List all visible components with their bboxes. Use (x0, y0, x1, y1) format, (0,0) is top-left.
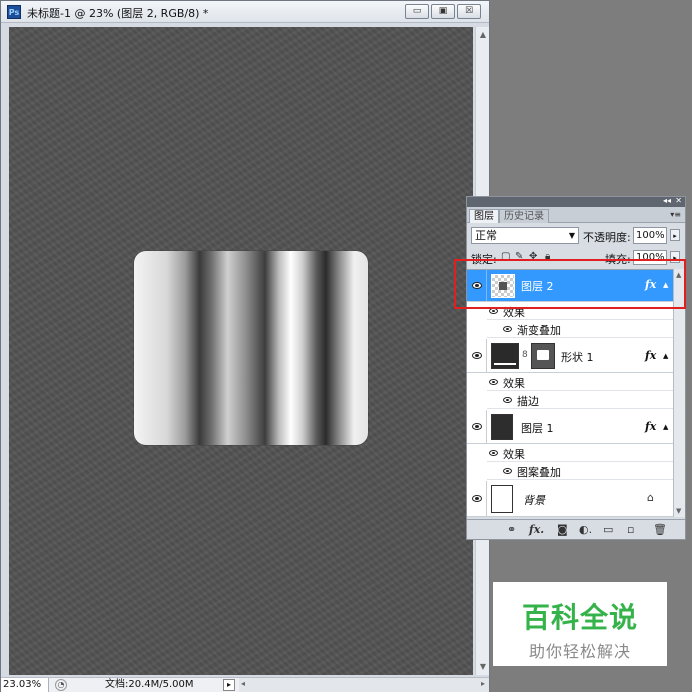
blend-row: 正常 ▼ 不透明度: 100% ▸ (471, 227, 681, 245)
effects-label: 效果 (503, 377, 525, 390)
layer-row-shape-1[interactable]: 8 形状 1 fx ▲ (467, 339, 673, 373)
scroll-down-icon[interactable]: ▼ (477, 661, 489, 673)
effect-row-stroke[interactable]: 描边 (487, 392, 673, 409)
chevron-up-icon[interactable]: ▲ (663, 423, 668, 431)
fx-icon[interactable]: fx (645, 420, 656, 433)
visibility-toggle[interactable] (467, 481, 487, 516)
scroll-up-icon[interactable]: ▲ (477, 29, 489, 41)
blend-mode-value: 正常 (475, 229, 497, 242)
status-menu-button[interactable]: ▸ (223, 679, 235, 691)
tab-history[interactable]: 历史记录 (499, 209, 549, 223)
layer-thumbnail (491, 485, 513, 513)
layer-name[interactable]: 背景 (523, 492, 545, 508)
effect-name: 描边 (517, 395, 539, 408)
document-window: Ps 未标题-1 @ 23% (图层 2, RGB/8) * ▭ ▣ ☒ ▲ ▼… (0, 0, 490, 692)
eye-icon (472, 495, 482, 502)
opacity-label: 不透明度: (583, 231, 631, 244)
new-group-icon[interactable]: ▭ (603, 523, 613, 536)
eye-icon[interactable] (503, 468, 512, 474)
layer-row-background[interactable]: 背景 ⌂ (467, 481, 673, 517)
link-layers-icon[interactable]: ⚭ (507, 523, 516, 536)
fx-icon[interactable]: fx (645, 349, 656, 362)
document-size: 文档:20.4M/5.00M (105, 679, 194, 690)
opacity-field[interactable]: 100% (633, 227, 667, 244)
adjustment-layer-icon[interactable]: ◐. (579, 523, 592, 536)
maximize-button[interactable]: ▣ (431, 4, 455, 19)
status-info-icon[interactable]: ◔ (55, 679, 67, 691)
visibility-toggle[interactable] (467, 339, 487, 372)
eye-icon[interactable] (503, 326, 512, 332)
chevron-up-icon[interactable]: ▲ (663, 352, 668, 360)
eye-icon[interactable] (489, 450, 498, 456)
scroll-down-icon[interactable]: ▼ (676, 507, 681, 515)
new-layer-icon[interactable]: ▫ (627, 523, 634, 536)
layer-name[interactable]: 图层 1 (521, 420, 554, 436)
layer-row-layer-1[interactable]: 图层 1 fx ▲ (467, 410, 673, 444)
effect-row-pattern-overlay[interactable]: 图案叠加 (487, 463, 673, 480)
photoshop-icon: Ps (7, 5, 21, 19)
watermark-title: 百科全说 (521, 601, 638, 634)
eye-icon (472, 423, 482, 430)
zoom-field[interactable]: 23.03% (1, 678, 49, 692)
eye-icon (472, 352, 482, 359)
vector-mask-thumbnail (531, 343, 555, 369)
window-controls: ▭ ▣ ☒ (405, 4, 481, 19)
panel-tabs: 图层 历史记录 ▾≡ (467, 207, 685, 223)
link-icon[interactable]: 8 (522, 350, 528, 360)
thumb-content (537, 350, 549, 360)
close-button[interactable]: ☒ (457, 4, 481, 19)
minimize-button[interactable]: ▭ (405, 4, 429, 19)
metal-gradient-shape[interactable] (134, 251, 368, 445)
layer-thumbnail (491, 343, 519, 369)
add-mask-icon[interactable]: ◙ (557, 523, 568, 536)
opacity-slider-icon[interactable]: ▸ (670, 229, 680, 241)
delete-layer-icon[interactable]: 🗑︎ (653, 523, 667, 536)
document-title: 未标题-1 @ 23% (图层 2, RGB/8) * (27, 7, 209, 20)
watermark-subtitle: 助你轻松解决 (528, 642, 631, 661)
tab-layers[interactable]: 图层 (469, 209, 499, 223)
blend-mode-select[interactable]: 正常 ▼ (471, 227, 579, 244)
panel-menu-icon[interactable]: ▾≡ (670, 210, 681, 219)
effects-label: 效果 (503, 448, 525, 461)
visibility-toggle[interactable] (467, 410, 487, 443)
scroll-left-icon[interactable]: ◂ (241, 679, 245, 688)
effect-name: 渐变叠加 (517, 324, 561, 337)
eye-icon[interactable] (489, 379, 498, 385)
panel-close-icon[interactable]: ✕ (675, 196, 682, 205)
thumb-content (494, 363, 516, 365)
canvas[interactable] (9, 27, 473, 675)
chevron-down-icon: ▼ (568, 231, 575, 240)
add-style-icon[interactable]: fx. (529, 523, 544, 536)
effect-row-gradient-overlay[interactable]: 渐变叠加 (487, 321, 673, 338)
panel-bottom-toolbar: ⚭ fx. ◙ ◐. ▭ ▫ 🗑︎ (467, 519, 685, 539)
status-bar: 23.03% ◔ 文档:20.4M/5.00M ▸ ◂ ▸ (1, 677, 489, 692)
horizontal-scrollbar[interactable]: ◂ ▸ (239, 678, 489, 692)
lock-icon: ⌂ (647, 491, 654, 504)
eye-icon[interactable] (503, 397, 512, 403)
highlight-annotation (454, 259, 686, 309)
document-titlebar[interactable]: Ps 未标题-1 @ 23% (图层 2, RGB/8) * ▭ ▣ ☒ (1, 1, 489, 23)
collapse-icon[interactable]: ◂◂ (663, 196, 671, 205)
watermark: 百科全说 助你轻松解决 (493, 582, 667, 666)
effects-row[interactable]: 效果 (487, 445, 673, 462)
layers-panel: ◂◂ ✕ 图层 历史记录 ▾≡ 正常 ▼ 不透明度: 100% ▸ 锁定: ▢ … (466, 196, 686, 540)
layer-name[interactable]: 形状 1 (561, 349, 594, 365)
effect-name: 图案叠加 (517, 466, 561, 479)
panel-header-bar[interactable]: ◂◂ ✕ (467, 196, 685, 207)
effects-row[interactable]: 效果 (487, 374, 673, 391)
scroll-right-icon[interactable]: ▸ (481, 679, 485, 688)
layer-thumbnail (491, 414, 513, 440)
